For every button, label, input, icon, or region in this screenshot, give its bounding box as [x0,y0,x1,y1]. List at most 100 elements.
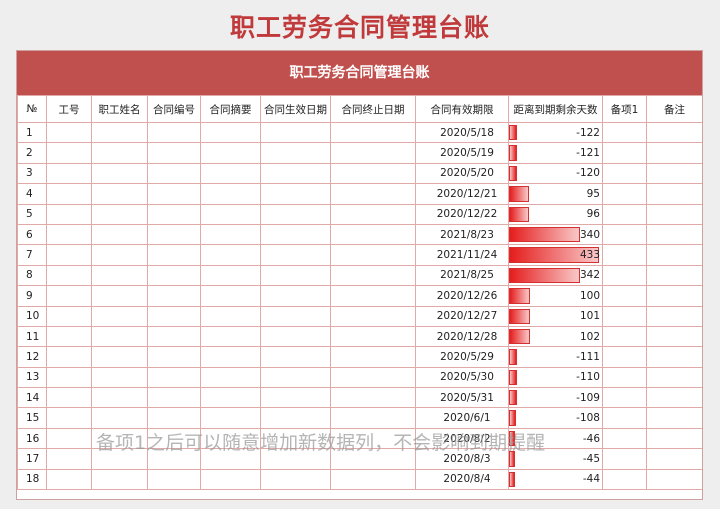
empty-cell[interactable] [330,203,416,225]
empty-cell[interactable] [646,142,702,164]
expiry-date-cell[interactable]: 2020/12/21 [415,183,509,205]
empty-cell[interactable] [91,305,148,327]
empty-cell[interactable] [46,285,92,307]
empty-cell[interactable] [330,468,416,491]
empty-cell[interactable] [91,142,148,164]
empty-cell[interactable] [330,244,416,266]
empty-cell[interactable] [602,448,647,470]
empty-cell[interactable] [91,264,148,287]
row-number-cell[interactable]: 11 [17,325,47,348]
empty-cell[interactable] [200,387,261,409]
empty-cell[interactable] [46,264,92,287]
empty-cell[interactable] [260,325,331,348]
header-cell[interactable]: 距离到期剩余天数 [508,95,603,123]
row-number-cell[interactable]: 7 [17,244,47,266]
empty-cell[interactable] [646,448,702,470]
empty-cell[interactable] [91,203,148,225]
empty-cell[interactable] [330,142,416,164]
header-cell[interactable]: 合同生效日期 [260,95,331,123]
row-number-cell[interactable]: 8 [17,264,47,287]
empty-cell[interactable] [646,264,702,287]
empty-cell[interactable] [330,183,416,205]
empty-cell[interactable] [330,285,416,307]
empty-cell[interactable] [646,285,702,307]
empty-cell[interactable] [200,162,261,185]
empty-cell[interactable] [646,407,702,429]
empty-cell[interactable] [260,285,331,307]
empty-cell[interactable] [260,223,331,246]
empty-cell[interactable] [260,468,331,491]
empty-cell[interactable] [147,468,201,491]
empty-cell[interactable] [46,183,92,205]
expiry-date-cell[interactable]: 2021/11/24 [415,244,509,266]
empty-cell[interactable] [91,366,148,389]
remaining-days-cell[interactable]: 95 [508,183,603,205]
expiry-date-cell[interactable]: 2020/12/27 [415,305,509,327]
empty-cell[interactable] [602,346,647,368]
empty-cell[interactable] [46,448,92,470]
empty-cell[interactable] [91,346,148,368]
empty-cell[interactable] [46,427,92,450]
expiry-date-cell[interactable]: 2020/5/29 [415,346,509,368]
expiry-date-cell[interactable]: 2020/6/1 [415,407,509,429]
header-cell[interactable]: 合同编号 [147,95,201,123]
empty-cell[interactable] [147,346,201,368]
empty-cell[interactable] [46,244,92,266]
empty-cell[interactable] [91,244,148,266]
remaining-days-cell[interactable]: 340 [508,223,603,246]
empty-cell[interactable] [91,183,148,205]
empty-cell[interactable] [330,366,416,389]
remaining-days-cell[interactable]: 101 [508,305,603,327]
empty-cell[interactable] [330,387,416,409]
empty-cell[interactable] [46,305,92,327]
expiry-date-cell[interactable]: 2020/5/19 [415,142,509,164]
header-cell[interactable]: 工号 [46,95,92,123]
empty-cell[interactable] [646,346,702,368]
empty-cell[interactable] [91,223,148,246]
empty-cell[interactable] [46,366,92,389]
row-number-cell[interactable]: 15 [17,407,47,429]
empty-cell[interactable] [91,162,148,185]
empty-cell[interactable] [646,325,702,348]
empty-cell[interactable] [91,468,148,491]
empty-cell[interactable] [602,427,647,450]
empty-cell[interactable] [260,121,331,144]
header-cell[interactable]: 备注 [646,95,702,123]
empty-cell[interactable] [46,203,92,225]
header-cell[interactable]: 合同终止日期 [330,95,416,123]
row-number-cell[interactable]: 2 [17,142,47,164]
remaining-days-cell[interactable]: 100 [508,285,603,307]
row-number-cell[interactable]: 9 [17,285,47,307]
remaining-days-cell[interactable]: 342 [508,264,603,287]
empty-cell[interactable] [330,325,416,348]
remaining-days-cell[interactable]: -108 [508,407,603,429]
empty-cell[interactable] [602,366,647,389]
empty-cell[interactable] [260,203,331,225]
empty-cell[interactable] [147,305,201,327]
row-number-cell[interactable]: 18 [17,468,47,491]
remaining-days-cell[interactable]: -110 [508,366,603,389]
empty-cell[interactable] [147,244,201,266]
empty-cell[interactable] [147,387,201,409]
expiry-date-cell[interactable]: 2020/5/31 [415,387,509,409]
empty-cell[interactable] [602,121,647,144]
empty-cell[interactable] [602,162,647,185]
empty-cell[interactable] [147,162,201,185]
expiry-date-cell[interactable]: 2020/8/4 [415,468,509,491]
row-number-cell[interactable]: 10 [17,305,47,327]
empty-cell[interactable] [602,468,647,491]
empty-cell[interactable] [260,305,331,327]
empty-cell[interactable] [330,121,416,144]
expiry-date-cell[interactable]: 2020/12/26 [415,285,509,307]
empty-cell[interactable] [602,285,647,307]
remaining-days-cell[interactable]: -122 [508,121,603,144]
empty-cell[interactable] [200,325,261,348]
empty-cell[interactable] [46,325,92,348]
empty-cell[interactable] [46,142,92,164]
empty-cell[interactable] [147,366,201,389]
empty-cell[interactable] [260,142,331,164]
empty-cell[interactable] [260,264,331,287]
empty-cell[interactable] [602,264,647,287]
remaining-days-cell[interactable]: 96 [508,203,603,225]
empty-cell[interactable] [200,121,261,144]
